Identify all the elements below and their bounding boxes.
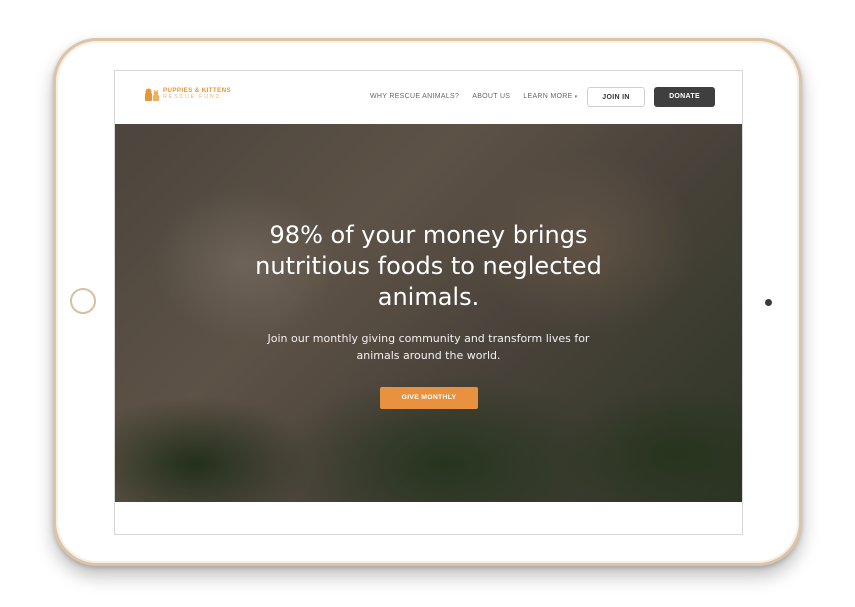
dog-cat-logo-icon (144, 87, 160, 101)
hero-section: 98% of your money brings nutritious food… (115, 124, 742, 502)
hero-title: 98% of your money brings nutritious food… (255, 221, 602, 311)
donate-button[interactable]: DONATE (654, 87, 715, 107)
nav-link-why-rescue[interactable]: WHY RESCUE ANIMALS? (370, 93, 459, 100)
hero-subtitle: Join our monthly giving community and tr… (267, 332, 590, 362)
nav-link-learn-more-label: LEARN MORE (523, 93, 573, 100)
chevron-down-icon: ▾ (574, 94, 578, 100)
nav-links: WHY RESCUE ANIMALS? ABOUT US LEARN MORE ▾ (370, 93, 590, 100)
brand-logo[interactable]: PUPPIES & KITTENS RESCUE FUND (144, 87, 231, 101)
brand-name-line2: RESCUE FUND (163, 93, 222, 100)
give-monthly-button[interactable]: GIVE MONTHLY (380, 387, 478, 409)
brand-name-line1: PUPPIES & KITTENS (163, 86, 231, 94)
tablet-screen: PUPPIES & KITTENS RESCUE FUND WHY RESCUE… (114, 70, 743, 535)
navbar: PUPPIES & KITTENS RESCUE FUND WHY RESCUE… (115, 71, 742, 124)
nav-link-learn-more[interactable]: LEARN MORE ▾ (523, 93, 577, 100)
home-button[interactable] (70, 288, 96, 314)
join-in-button[interactable]: JOIN IN (587, 87, 645, 107)
hero-image-overlay (115, 124, 742, 502)
nav-link-about-us[interactable]: ABOUT US (472, 93, 510, 100)
brand-name: PUPPIES & KITTENS RESCUE FUND (163, 86, 231, 101)
camera-dot (765, 299, 772, 306)
